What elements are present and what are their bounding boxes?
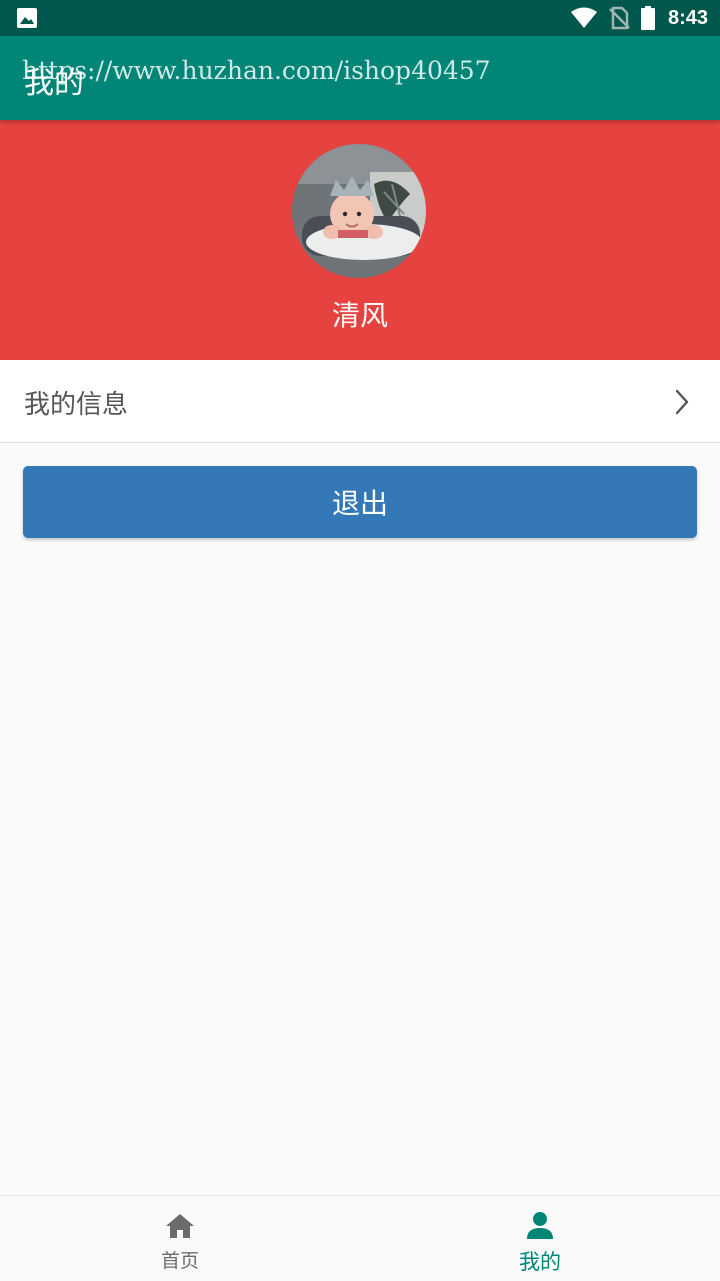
status-time: 8:43 — [667, 6, 708, 29]
my-info-label: 我的信息 — [24, 390, 129, 420]
logout-button[interactable]: 退出 — [23, 466, 697, 538]
nav-label-mine: 我的 — [519, 1250, 561, 1274]
app-bar: https://www.huzhan.com/ishop40457 我的 — [0, 36, 720, 120]
chevron-right-icon — [675, 389, 689, 415]
nav-label-home: 首页 — [160, 1250, 199, 1272]
my-info-row[interactable]: 我的信息 — [0, 360, 720, 443]
avatar[interactable] — [292, 144, 426, 278]
profile-header: 清风 — [0, 120, 720, 360]
nav-item-home[interactable]: 首页 — [0, 1196, 360, 1281]
home-icon — [166, 1214, 194, 1238]
page-title: 我的 — [24, 66, 84, 101]
watermark-text: https://www.huzhan.com/ishop40457 — [22, 56, 491, 85]
no-sim-icon — [609, 6, 630, 30]
profile-name: 清风 — [331, 299, 388, 332]
nav-item-mine[interactable]: 我的 — [360, 1196, 720, 1281]
baby-avatar-image — [292, 144, 426, 278]
status-bar: 8:43 — [0, 0, 720, 36]
bottom-navigation: 首页 我的 — [0, 1195, 720, 1281]
person-icon — [527, 1212, 553, 1239]
gallery-notification-icon — [17, 8, 37, 28]
battery-icon — [640, 6, 655, 30]
status-icons: 8:43 — [570, 0, 708, 36]
wifi-icon — [570, 7, 597, 28]
